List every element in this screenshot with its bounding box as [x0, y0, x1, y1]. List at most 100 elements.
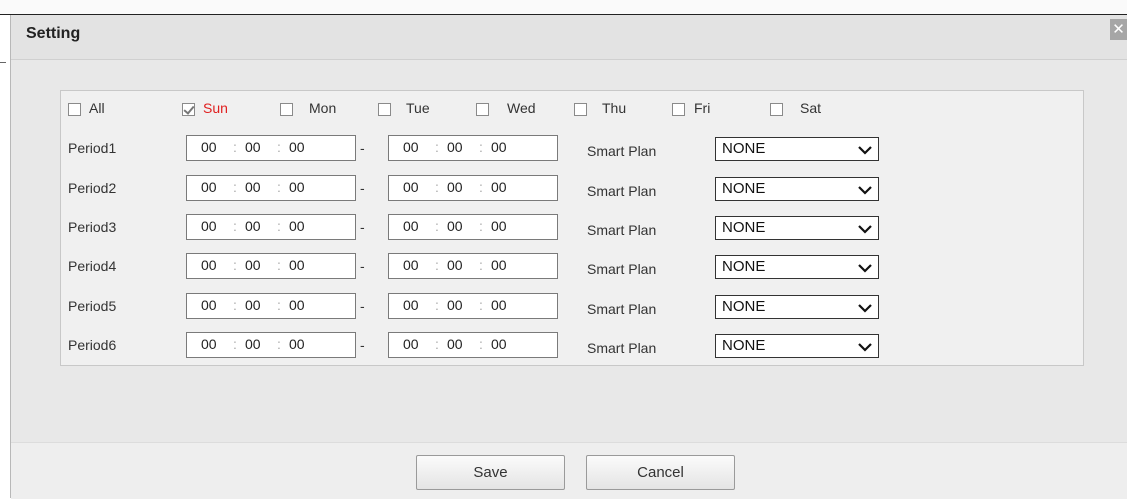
time-separator: : — [479, 257, 483, 273]
day-checkbox-wed[interactable] — [476, 103, 489, 116]
minute-field[interactable]: 00 — [245, 257, 261, 273]
second-field[interactable]: 00 — [491, 179, 507, 195]
time-separator: : — [479, 336, 483, 352]
minute-field[interactable]: 00 — [245, 179, 261, 195]
second-field[interactable]: 00 — [491, 139, 507, 155]
time-separator: : — [277, 179, 281, 195]
second-field[interactable]: 00 — [289, 336, 305, 352]
period-start-time-input[interactable]: 00 00 00:: — [186, 135, 356, 161]
cancel-button[interactable]: Cancel — [586, 455, 735, 490]
time-separator: : — [233, 179, 237, 195]
minute-field[interactable]: 00 — [447, 297, 463, 313]
smart-plan-select[interactable]: NONE — [715, 137, 879, 161]
smart-plan-select[interactable]: NONE — [715, 177, 879, 201]
smart-plan-label: Smart Plan — [587, 261, 657, 277]
minute-field[interactable]: 00 — [245, 218, 261, 234]
second-field[interactable]: 00 — [289, 257, 305, 273]
period-end-time-input[interactable]: 00 00 00:: — [388, 175, 558, 201]
minute-field[interactable]: 00 — [447, 179, 463, 195]
second-field[interactable]: 00 — [491, 218, 507, 234]
time-separator: : — [479, 179, 483, 195]
second-field[interactable]: 00 — [289, 139, 305, 155]
hour-field[interactable]: 00 — [201, 257, 217, 273]
minute-field[interactable]: 00 — [447, 257, 463, 273]
smart-plan-select[interactable]: NONE — [715, 216, 879, 240]
hour-field[interactable]: 00 — [201, 179, 217, 195]
day-label-mon: Mon — [309, 100, 337, 116]
smart-plan-select[interactable]: NONE — [715, 255, 879, 279]
chevron-down-icon — [858, 300, 872, 317]
period-end-time-input[interactable]: 00 00 00:: — [388, 214, 558, 240]
minute-field[interactable]: 00 — [447, 218, 463, 234]
hour-field[interactable]: 00 — [403, 297, 419, 313]
period-label: Period3 — [68, 219, 117, 235]
time-separator: : — [479, 139, 483, 155]
period-start-time-input[interactable]: 00 00 00:: — [186, 253, 356, 279]
period-label: Period6 — [68, 337, 117, 353]
day-label-sun: Sun — [203, 100, 228, 116]
second-field[interactable]: 00 — [491, 336, 507, 352]
hour-field[interactable]: 00 — [201, 218, 217, 234]
minute-field[interactable]: 00 — [245, 139, 261, 155]
period-label: Period1 — [68, 140, 117, 156]
range-separator: - — [360, 140, 365, 156]
minute-field[interactable]: 00 — [447, 139, 463, 155]
time-separator: : — [479, 297, 483, 313]
period-label: Period4 — [68, 258, 117, 274]
range-separator: - — [360, 180, 365, 196]
period-end-time-input[interactable]: 00 00 00:: — [388, 293, 558, 319]
minute-field[interactable]: 00 — [447, 336, 463, 352]
time-separator: : — [233, 257, 237, 273]
hour-field[interactable]: 00 — [403, 257, 419, 273]
smart-plan-label: Smart Plan — [587, 143, 657, 159]
period-start-time-input[interactable]: 00 00 00:: — [186, 214, 356, 240]
minute-field[interactable]: 00 — [245, 297, 261, 313]
time-separator: : — [435, 218, 439, 234]
time-separator: : — [435, 257, 439, 273]
chevron-down-icon — [858, 221, 872, 238]
setting-dialog: Setting ✕ All Sun Mon Tue Wed Thu Fri Sat Period… — [10, 15, 1127, 499]
hour-field[interactable]: 00 — [201, 336, 217, 352]
minute-field[interactable]: 00 — [245, 336, 261, 352]
period-start-time-input[interactable]: 00 00 00:: — [186, 332, 356, 358]
period-end-time-input[interactable]: 00 00 00:: — [388, 135, 558, 161]
second-field[interactable]: 00 — [491, 297, 507, 313]
period-end-time-input[interactable]: 00 00 00:: — [388, 253, 558, 279]
period-end-time-input[interactable]: 00 00 00:: — [388, 332, 558, 358]
day-checkbox-sat[interactable] — [770, 103, 783, 116]
day-checkbox-sun[interactable] — [182, 103, 195, 116]
time-separator: : — [277, 297, 281, 313]
smart-plan-select[interactable]: NONE — [715, 295, 879, 319]
second-field[interactable]: 00 — [289, 297, 305, 313]
range-separator: - — [360, 219, 365, 235]
day-label-thu: Thu — [602, 100, 627, 116]
hour-field[interactable]: 00 — [201, 297, 217, 313]
dialog-title: Setting — [26, 25, 81, 42]
day-checkbox-mon[interactable] — [280, 103, 293, 116]
time-separator: : — [435, 179, 439, 195]
period-start-time-input[interactable]: 00 00 00:: — [186, 293, 356, 319]
schedule-panel: All Sun Mon Tue Wed Thu Fri Sat Period1 00 00 00::0… — [60, 90, 1084, 366]
period-label: Period2 — [68, 180, 117, 196]
day-checkbox-thu[interactable] — [574, 103, 587, 116]
second-field[interactable]: 00 — [289, 179, 305, 195]
period-label: Period5 — [68, 298, 117, 314]
second-field[interactable]: 00 — [491, 257, 507, 273]
day-checkbox-tue[interactable] — [378, 103, 391, 116]
hour-field[interactable]: 00 — [403, 139, 419, 155]
range-separator: - — [360, 258, 365, 274]
smart-plan-select[interactable]: NONE — [715, 334, 879, 358]
day-checkbox-fri[interactable] — [672, 103, 685, 116]
smart-plan-value: NONE — [722, 298, 766, 315]
second-field[interactable]: 00 — [289, 218, 305, 234]
hour-field[interactable]: 00 — [201, 139, 217, 155]
close-button[interactable]: ✕ — [1110, 19, 1127, 40]
period-start-time-input[interactable]: 00 00 00:: — [186, 175, 356, 201]
day-label-wed: Wed — [507, 100, 536, 116]
save-button[interactable]: Save — [416, 455, 565, 490]
day-checkbox-all[interactable] — [68, 103, 81, 116]
smart-plan-label: Smart Plan — [587, 301, 657, 317]
hour-field[interactable]: 00 — [403, 218, 419, 234]
hour-field[interactable]: 00 — [403, 179, 419, 195]
hour-field[interactable]: 00 — [403, 336, 419, 352]
